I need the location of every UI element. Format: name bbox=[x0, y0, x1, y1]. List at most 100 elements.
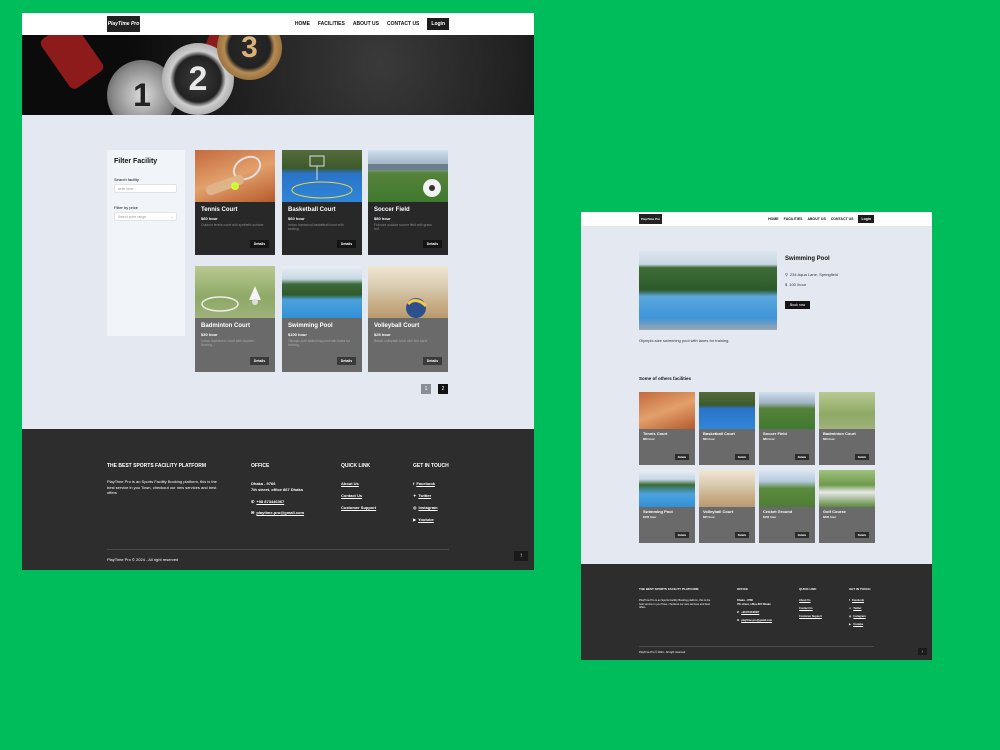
quick-contact-link[interactable]: Contact Us bbox=[341, 493, 362, 498]
details-button[interactable]: Details bbox=[423, 357, 442, 365]
instagram-link[interactable]: ◎ Instagram bbox=[413, 505, 438, 510]
nav-facilities[interactable]: FACILITIES bbox=[318, 21, 345, 27]
footer-divider bbox=[107, 549, 449, 550]
phone-link[interactable]: ✆ +98 873446367 bbox=[251, 499, 284, 504]
brand-logo[interactable]: PlayTime Pro bbox=[107, 16, 140, 32]
nav-home[interactable]: HOME bbox=[768, 217, 779, 221]
details-button[interactable]: Details bbox=[250, 357, 269, 365]
instagram-icon: ◎ bbox=[413, 505, 417, 510]
brand-name: PlayTime Pro bbox=[107, 21, 140, 27]
hero-banner-medals: 1 2 3 bbox=[22, 35, 534, 115]
details-button[interactable]: Details bbox=[795, 454, 809, 460]
other-facility-card: Soccer Field $80 hour Details bbox=[759, 392, 815, 465]
card-title: Volleyball Court bbox=[703, 509, 734, 514]
login-button[interactable]: Login bbox=[858, 215, 874, 223]
scroll-top-button[interactable]: ↑ bbox=[514, 551, 528, 561]
card-price: $80 hour bbox=[374, 216, 391, 221]
filter-panel: Filter Facility Search facility write he… bbox=[107, 150, 185, 336]
footer-quick-title: QUICK LINK bbox=[341, 463, 371, 469]
login-button[interactable]: Login bbox=[427, 18, 449, 30]
youtube-icon: ▶ bbox=[849, 623, 851, 626]
instagram-text: Instagram bbox=[853, 615, 866, 618]
price-select[interactable]: Select price range ⌄ bbox=[114, 212, 177, 221]
twitter-link[interactable]: ✦ Twitter bbox=[413, 493, 431, 498]
nav-about[interactable]: ABOUT US bbox=[353, 21, 379, 27]
card-title: Tennis Court bbox=[643, 431, 668, 436]
footer-platform-text: PlayTime Pro is an Sports Facility Booki… bbox=[107, 479, 217, 496]
location-icon: ⚲ bbox=[785, 272, 788, 277]
pagination-page-2[interactable]: 2 bbox=[438, 384, 448, 394]
details-button[interactable]: Details bbox=[855, 454, 869, 460]
card-image-swimming-pool bbox=[639, 470, 695, 507]
brand-logo[interactable]: PlayTime Pro bbox=[639, 214, 662, 224]
card-title: Tennis Court bbox=[201, 207, 238, 213]
phone-link[interactable]: ✆ +98 873446367 bbox=[737, 611, 759, 614]
nav-about[interactable]: ABOUT US bbox=[808, 217, 826, 221]
details-button[interactable]: Details bbox=[735, 532, 749, 538]
email-link[interactable]: ✉ playtime-pro@gmail.com bbox=[737, 619, 772, 622]
details-button[interactable]: Details bbox=[675, 454, 689, 460]
phone-icon: ✆ bbox=[737, 611, 740, 614]
search-input[interactable]: write here... bbox=[114, 184, 177, 193]
twitter-link[interactable]: ✦ Twitter bbox=[849, 607, 862, 610]
instagram-icon: ◎ bbox=[849, 615, 852, 618]
card-image-basketball bbox=[282, 150, 362, 202]
card-price: $60 hour bbox=[288, 216, 305, 221]
facility-detail-page-screenshot: PlayTime Pro HOME FACILITIES ABOUT US CO… bbox=[581, 212, 932, 660]
card-price: $80 hour bbox=[763, 437, 775, 441]
facility-description: Olympic-size swimming pool with lanes fo… bbox=[639, 338, 730, 343]
card-image-badminton bbox=[819, 392, 875, 429]
details-button[interactable]: Details bbox=[337, 240, 356, 248]
scroll-top-button[interactable]: ↑ bbox=[918, 648, 927, 655]
facebook-text: Facebook bbox=[416, 481, 436, 486]
card-image-golf bbox=[819, 470, 875, 507]
facebook-text: Facebook bbox=[851, 599, 864, 602]
youtube-link[interactable]: ▶ Youtube bbox=[413, 517, 434, 522]
nav-contact[interactable]: CONTACT US bbox=[831, 217, 854, 221]
other-facility-card: Badminton Court $30 hour Details bbox=[819, 392, 875, 465]
details-button[interactable]: Details bbox=[735, 454, 749, 460]
card-image-soccer bbox=[759, 392, 815, 429]
card-price: $60 hour bbox=[643, 437, 655, 441]
quick-support-link[interactable]: Customer Support bbox=[799, 615, 822, 618]
details-button[interactable]: Details bbox=[423, 240, 442, 248]
facebook-link[interactable]: f Facebook bbox=[413, 481, 435, 486]
book-now-button[interactable]: Book now bbox=[785, 301, 810, 309]
facility-card: Tennis Court $60 hour Outdoor tennis cou… bbox=[195, 150, 275, 255]
email-link[interactable]: ✉ playtime-pro@gmail.com bbox=[251, 510, 304, 515]
office-line1: Dhaka - 9766 bbox=[737, 599, 753, 602]
card-image-volleyball bbox=[699, 470, 755, 507]
card-price: $60 hour bbox=[201, 216, 218, 221]
nav-home[interactable]: HOME bbox=[295, 21, 310, 27]
price-text: 100 /hour bbox=[789, 282, 807, 287]
card-price: $25 hour bbox=[374, 332, 391, 337]
youtube-link[interactable]: ▶ Youtube bbox=[849, 623, 863, 626]
card-image-badminton bbox=[195, 266, 275, 318]
facebook-link[interactable]: f Facebook bbox=[849, 599, 864, 602]
other-facility-card: Basketball Court $60 hour Details bbox=[699, 392, 755, 465]
nav-facilities[interactable]: FACILITIES bbox=[784, 217, 803, 221]
quick-contact-link[interactable]: Contact Us bbox=[799, 607, 813, 610]
pagination-page-1[interactable]: 1 bbox=[421, 384, 431, 394]
quick-about-link[interactable]: About Us bbox=[341, 481, 359, 486]
footer-divider bbox=[639, 646, 874, 647]
details-button[interactable]: Details bbox=[675, 532, 689, 538]
card-image-volleyball bbox=[368, 266, 448, 318]
quick-about-link[interactable]: About Us bbox=[799, 599, 811, 602]
card-price: $150 hour bbox=[763, 515, 777, 519]
phone-icon: ✆ bbox=[251, 499, 255, 504]
dollar-icon: $ bbox=[785, 282, 788, 287]
quick-support-link[interactable]: Customer Support bbox=[341, 505, 376, 510]
search-placeholder: write here... bbox=[118, 186, 137, 191]
details-button[interactable]: Details bbox=[337, 357, 356, 365]
other-facility-card: Tennis Court $60 hour Details bbox=[639, 392, 695, 465]
office-line2: 7th street, office 867 Dhaka bbox=[251, 487, 303, 492]
instagram-link[interactable]: ◎ Instagram bbox=[849, 615, 866, 618]
facility-card: Badminton Court $30 hour Indoor badminto… bbox=[195, 266, 275, 372]
price-label: Filter by price bbox=[114, 205, 139, 210]
details-button[interactable]: Details bbox=[795, 532, 809, 538]
details-button[interactable]: Details bbox=[250, 240, 269, 248]
card-image-basketball bbox=[699, 392, 755, 429]
nav-contact[interactable]: CONTACT US bbox=[387, 21, 419, 27]
details-button[interactable]: Details bbox=[855, 532, 869, 538]
